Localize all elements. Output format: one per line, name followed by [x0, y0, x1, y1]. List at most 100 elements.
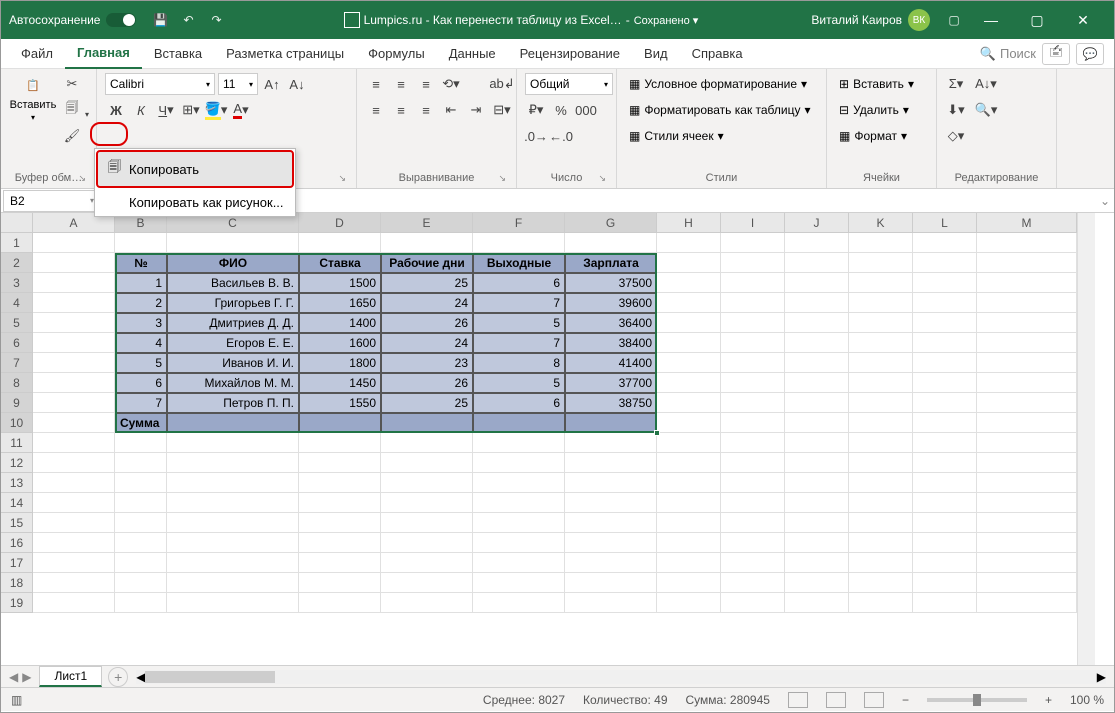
- cell-D10[interactable]: [299, 413, 381, 433]
- sheet-tab-1[interactable]: Лист1: [39, 666, 102, 687]
- cell-C1[interactable]: [167, 233, 299, 253]
- col-header-I[interactable]: I: [721, 213, 785, 233]
- cell-B8[interactable]: 6: [115, 373, 167, 393]
- cond-format-button[interactable]: ▦ Условное форматирование ▾: [625, 73, 815, 95]
- col-header-K[interactable]: K: [849, 213, 913, 233]
- font-color-button[interactable]: A▾: [230, 99, 252, 121]
- cell-A17[interactable]: [33, 553, 115, 573]
- cell-B16[interactable]: [115, 533, 167, 553]
- cell-I9[interactable]: [721, 393, 785, 413]
- row-header-7[interactable]: 7: [1, 353, 33, 373]
- cell-J18[interactable]: [785, 573, 849, 593]
- cell-L19[interactable]: [913, 593, 977, 613]
- cell-K14[interactable]: [849, 493, 913, 513]
- view-normal-button[interactable]: [788, 692, 808, 708]
- cell-J17[interactable]: [785, 553, 849, 573]
- cell-K9[interactable]: [849, 393, 913, 413]
- cell-G12[interactable]: [565, 453, 657, 473]
- cell-E3[interactable]: 25: [381, 273, 473, 293]
- cell-L3[interactable]: [913, 273, 977, 293]
- cell-G17[interactable]: [565, 553, 657, 573]
- cell-L4[interactable]: [913, 293, 977, 313]
- cell-L8[interactable]: [913, 373, 977, 393]
- cell-C2[interactable]: ФИО: [167, 253, 299, 273]
- cell-D12[interactable]: [299, 453, 381, 473]
- align-bottom-button[interactable]: ≡: [415, 73, 437, 95]
- cell-F4[interactable]: 7: [473, 293, 565, 313]
- cell-H15[interactable]: [657, 513, 721, 533]
- cell-A18[interactable]: [33, 573, 115, 593]
- comma-button[interactable]: 000: [575, 99, 597, 121]
- undo-icon[interactable]: ↶: [178, 10, 198, 30]
- cell-C12[interactable]: [167, 453, 299, 473]
- sort-filter-button[interactable]: A↓▾: [971, 73, 1001, 95]
- cell-H5[interactable]: [657, 313, 721, 333]
- cell-F14[interactable]: [473, 493, 565, 513]
- align-top-button[interactable]: ≡: [365, 73, 387, 95]
- cell-K8[interactable]: [849, 373, 913, 393]
- cell-E5[interactable]: 26: [381, 313, 473, 333]
- cell-G7[interactable]: 41400: [565, 353, 657, 373]
- underline-button[interactable]: Ч▾: [155, 99, 177, 121]
- cell-A7[interactable]: [33, 353, 115, 373]
- cell-I14[interactable]: [721, 493, 785, 513]
- cell-B9[interactable]: 7: [115, 393, 167, 413]
- cell-C9[interactable]: Петров П. П.: [167, 393, 299, 413]
- cell-C19[interactable]: [167, 593, 299, 613]
- add-sheet-button[interactable]: +: [108, 667, 128, 687]
- search-box[interactable]: 🔍 Поиск: [980, 46, 1036, 62]
- col-header-D[interactable]: D: [299, 213, 381, 233]
- cell-E6[interactable]: 24: [381, 333, 473, 353]
- row-header-6[interactable]: 6: [1, 333, 33, 353]
- sheet-nav-next[interactable]: ▶: [22, 670, 31, 684]
- sheet-nav-prev[interactable]: ◀: [9, 670, 18, 684]
- cell-J11[interactable]: [785, 433, 849, 453]
- bold-button[interactable]: Ж: [105, 99, 127, 121]
- cell-L13[interactable]: [913, 473, 977, 493]
- font-name-combo[interactable]: Calibri▾: [105, 73, 215, 95]
- cell-F16[interactable]: [473, 533, 565, 553]
- cell-K13[interactable]: [849, 473, 913, 493]
- cell-I17[interactable]: [721, 553, 785, 573]
- merge-button[interactable]: ⊟▾: [491, 99, 513, 121]
- cell-A15[interactable]: [33, 513, 115, 533]
- cell-F6[interactable]: 7: [473, 333, 565, 353]
- cell-G2[interactable]: Зарплата: [565, 253, 657, 273]
- cell-H12[interactable]: [657, 453, 721, 473]
- cell-H7[interactable]: [657, 353, 721, 373]
- expand-formula-bar[interactable]: ⌄: [1096, 194, 1114, 208]
- cell-B10[interactable]: Сумма: [115, 413, 167, 433]
- tab-data[interactable]: Данные: [437, 39, 508, 69]
- cell-M8[interactable]: [977, 373, 1077, 393]
- cell-G4[interactable]: 39600: [565, 293, 657, 313]
- row-header-1[interactable]: 1: [1, 233, 33, 253]
- cell-I13[interactable]: [721, 473, 785, 493]
- cell-F1[interactable]: [473, 233, 565, 253]
- cell-F8[interactable]: 5: [473, 373, 565, 393]
- cell-I12[interactable]: [721, 453, 785, 473]
- cell-E9[interactable]: 25: [381, 393, 473, 413]
- row-header-10[interactable]: 10: [1, 413, 33, 433]
- cell-M7[interactable]: [977, 353, 1077, 373]
- select-all-corner[interactable]: [1, 213, 33, 233]
- cell-A10[interactable]: [33, 413, 115, 433]
- row-header-12[interactable]: 12: [1, 453, 33, 473]
- cell-B12[interactable]: [115, 453, 167, 473]
- cell-E15[interactable]: [381, 513, 473, 533]
- cell-J3[interactable]: [785, 273, 849, 293]
- cell-I8[interactable]: [721, 373, 785, 393]
- zoom-level[interactable]: 100 %: [1070, 693, 1104, 707]
- cell-M2[interactable]: [977, 253, 1077, 273]
- cell-G15[interactable]: [565, 513, 657, 533]
- cell-B11[interactable]: [115, 433, 167, 453]
- cell-L2[interactable]: [913, 253, 977, 273]
- cell-J15[interactable]: [785, 513, 849, 533]
- cell-M13[interactable]: [977, 473, 1077, 493]
- cell-E16[interactable]: [381, 533, 473, 553]
- orientation-button[interactable]: ⟲▾: [440, 73, 462, 95]
- cell-D8[interactable]: 1450: [299, 373, 381, 393]
- cell-D15[interactable]: [299, 513, 381, 533]
- cell-styles-button[interactable]: ▦ Стили ячеек ▾: [625, 125, 815, 147]
- redo-icon[interactable]: ↷: [206, 10, 226, 30]
- cell-C5[interactable]: Дмитриев Д. Д.: [167, 313, 299, 333]
